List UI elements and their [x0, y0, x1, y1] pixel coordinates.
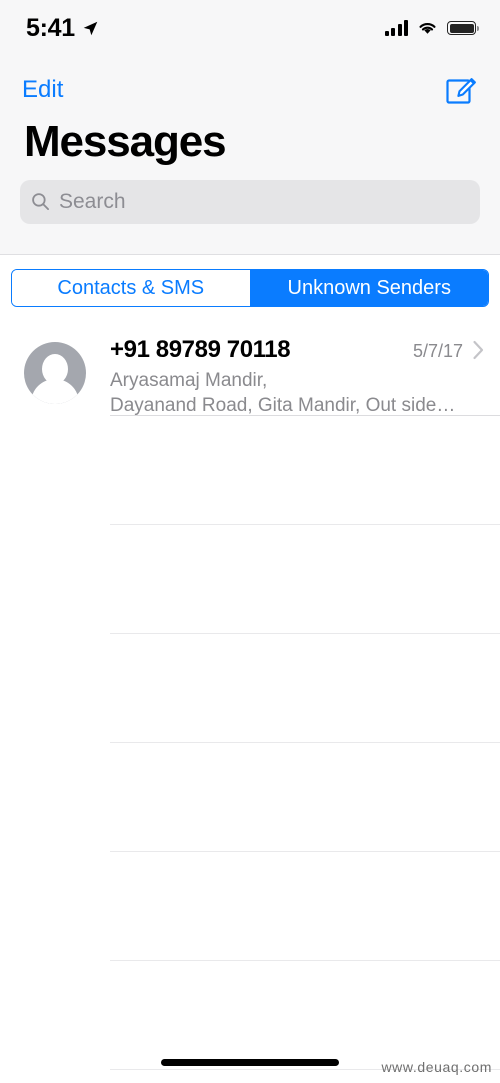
conversation-row[interactable]: +91 89789 70118 5/7/17 Aryasamaj Mandir,…	[0, 320, 500, 416]
battery-full-icon	[447, 21, 479, 35]
filter-segmented-control[interactable]: Contacts & SMS Unknown Senders	[11, 269, 489, 307]
conversation-header-line: +91 89789 70118 5/7/17	[110, 336, 484, 365]
conversation-content: +91 89789 70118 5/7/17 Aryasamaj Mandir,…	[110, 330, 484, 419]
wifi-icon	[417, 20, 438, 36]
site-watermark: www.deuaq.com	[381, 1059, 492, 1075]
filter-segmented-control-container: Contacts & SMS Unknown Senders	[0, 256, 500, 320]
empty-list-row	[0, 961, 500, 1070]
conversation-date: 5/7/17	[412, 341, 463, 361]
status-bar-left: 5:41	[26, 13, 99, 42]
conversation-sender: +91 89789 70118	[110, 336, 291, 363]
home-indicator-bar[interactable]	[161, 1059, 339, 1066]
empty-list-row	[0, 743, 500, 852]
segment-unknown-senders[interactable]: Unknown Senders	[250, 270, 488, 306]
status-bar-right	[384, 20, 479, 36]
empty-list-row	[0, 634, 500, 743]
search-input[interactable]	[59, 189, 469, 214]
cellular-signal-icon	[384, 20, 408, 36]
search-container	[0, 166, 500, 224]
person-placeholder-avatar	[24, 342, 86, 404]
empty-list-row	[0, 525, 500, 634]
avatar-column	[0, 330, 110, 404]
edit-button[interactable]: Edit	[22, 78, 63, 102]
segment-contacts-and-sms[interactable]: Contacts & SMS	[12, 270, 251, 306]
status-bar: 5:41	[0, 0, 500, 56]
status-bar-clock: 5:41	[26, 13, 75, 42]
compose-pencil-icon[interactable]	[444, 73, 478, 107]
chevron-right-icon	[472, 340, 484, 360]
messages-app-screen: 5:41 Edit Messages Search Contacts & SMS…	[0, 0, 500, 1083]
empty-list-row	[0, 852, 500, 961]
location-arrow-icon	[82, 20, 99, 37]
conversation-list[interactable]: +91 89789 70118 5/7/17 Aryasamaj Mandir,…	[0, 320, 500, 1083]
conversation-preview-line-1: Aryasamaj Mandir,	[110, 369, 268, 391]
navigation-header: Edit Messages	[0, 56, 500, 255]
search-bar[interactable]	[20, 179, 480, 224]
conversation-preview: Aryasamaj Mandir, Dayanand Road, Gita Ma…	[110, 368, 484, 419]
page-title: Messages	[24, 117, 227, 166]
empty-list-row	[0, 416, 500, 525]
nav-action-row: Edit	[0, 56, 500, 112]
search-magnifier-icon	[31, 192, 50, 211]
